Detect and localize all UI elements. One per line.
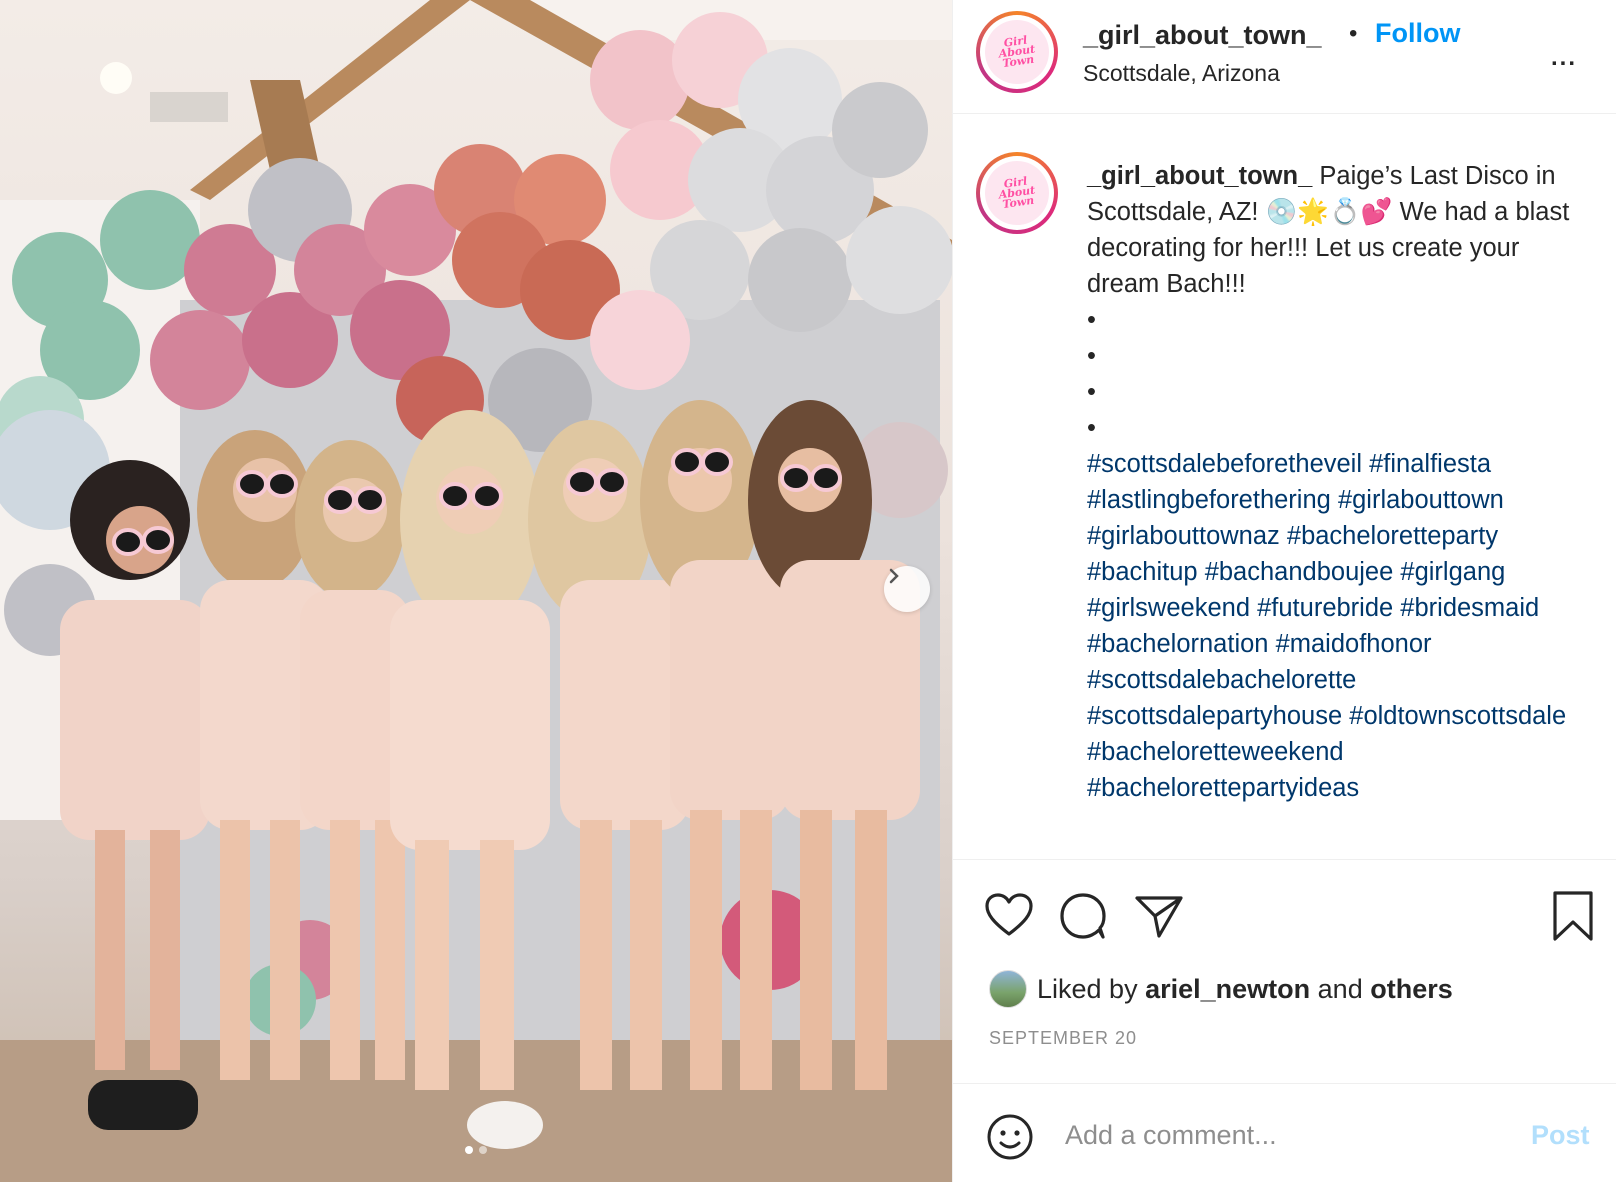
hashtag-link[interactable]: #bacheloretteweekend [1087,738,1344,766]
carousel-dot [479,1146,487,1154]
post-caption: _girl_about_town_ Paige’s Last Disco in … [1087,158,1597,806]
bookmark-icon[interactable] [1547,890,1599,942]
hashtag-list: #scottsdalebeforetheveil #finalfiesta #l… [1087,450,1566,802]
post-header: Girl About Town _girl_about_town_ • Foll… [953,0,1616,114]
hashtag-link[interactable]: #futurebride [1257,594,1393,622]
post-details-panel: Girl About Town _girl_about_town_ • Foll… [952,0,1616,1182]
hashtag-link[interactable]: #scottsdalebachelorette [1087,666,1356,694]
hashtag-link[interactable]: #girlabouttown [1338,486,1504,514]
liked-by-and: and [1317,973,1363,1004]
hashtag-link[interactable]: #bachandboujee [1205,558,1394,586]
follow-button[interactable]: Follow [1375,18,1460,49]
comment-bar: Post [953,1083,1616,1182]
hashtag-link[interactable]: #bachelornation [1087,630,1268,658]
separator-dot: • [1349,20,1358,47]
post-date[interactable]: SEPTEMBER 20 [989,1028,1137,1049]
caption-bullet: • [1087,414,1096,442]
hashtag-link[interactable]: #finalfiesta [1369,450,1491,478]
caption-bullet: • [1087,378,1096,406]
carousel-dot-active [465,1146,473,1154]
hashtag-link[interactable]: #scottsdalebeforetheveil [1087,450,1362,478]
caption-bullet: • [1087,306,1096,334]
header-username[interactable]: _girl_about_town_ [1083,20,1322,51]
heart-icon[interactable] [983,890,1035,942]
hashtag-link[interactable]: #oldtownscottsdale [1349,702,1566,730]
hashtag-link[interactable]: #bachitup [1087,558,1198,586]
location-link[interactable]: Scottsdale, Arizona [1083,60,1280,87]
hashtag-link[interactable]: #girlabouttownaz [1087,522,1280,550]
carousel-indicator [0,1146,952,1154]
caption-bullet: • [1087,342,1096,370]
hashtag-link[interactable]: #bacheloretteparty [1287,522,1498,550]
caption-username[interactable]: _girl_about_town_ [1087,162,1312,190]
smiley-icon[interactable] [985,1112,1035,1162]
hashtag-link[interactable]: #bachelorettepartyideas [1087,774,1359,802]
post-photo[interactable] [0,0,952,1182]
caption-bullets: • • • • [1087,302,1597,446]
hashtag-link[interactable]: #lastlingbeforethering [1087,486,1331,514]
more-options-icon[interactable]: ... [1551,44,1577,72]
post-comment-button[interactable]: Post [1531,1120,1590,1151]
party-photo-illustration [0,0,952,1182]
liked-by-prefix: Liked by [1037,973,1138,1004]
carousel-next-button[interactable] [884,566,930,612]
comment-input[interactable] [1065,1110,1485,1160]
hashtag-link[interactable]: #maidofhonor [1276,630,1432,658]
caption-section: Girl About Town _girl_about_town_ Paige’… [953,114,1616,859]
liker-username[interactable]: ariel_newton [1145,974,1310,1004]
post-actions: Liked by ariel_newton and others SEPTEMB… [953,859,1616,1049]
comment-bubble-icon[interactable] [1057,890,1109,942]
liker-avatar[interactable] [989,970,1027,1008]
liked-by-summary: Liked by ariel_newton and others [989,970,1453,1008]
paper-plane-icon[interactable] [1133,890,1185,942]
hashtag-link[interactable]: #bridesmaid [1400,594,1539,622]
profile-avatar[interactable]: Girl About Town [976,11,1058,93]
hashtag-link[interactable]: #scottsdalepartyhouse [1087,702,1342,730]
hashtag-link[interactable]: #girlsweekend [1087,594,1250,622]
caption-avatar[interactable]: Girl About Town [976,152,1058,234]
hashtag-link[interactable]: #girlgang [1400,558,1505,586]
others-link[interactable]: others [1370,974,1453,1004]
